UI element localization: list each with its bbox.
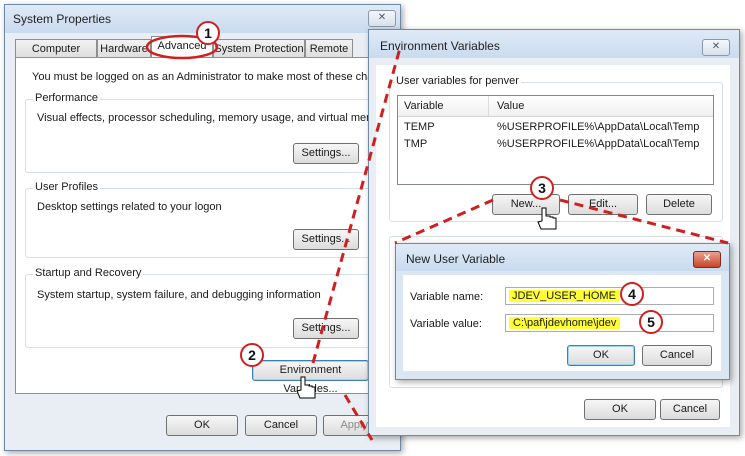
hand-cursor-icon <box>296 376 316 399</box>
hand-cursor-icon <box>537 207 557 230</box>
step-badge-5: 5 <box>639 310 663 334</box>
step-badge-3: 3 <box>530 176 554 200</box>
dashed-connector-line <box>311 47 402 364</box>
dashed-connector-line <box>343 394 374 441</box>
step-badge-1: 1 <box>196 21 220 45</box>
dashed-connector-line <box>394 198 494 245</box>
step-badge-2: 2 <box>240 343 264 367</box>
dashed-connector-line <box>559 198 729 245</box>
annotation-overlay <box>145 34 729 441</box>
step-badge-4: 4 <box>620 282 644 306</box>
